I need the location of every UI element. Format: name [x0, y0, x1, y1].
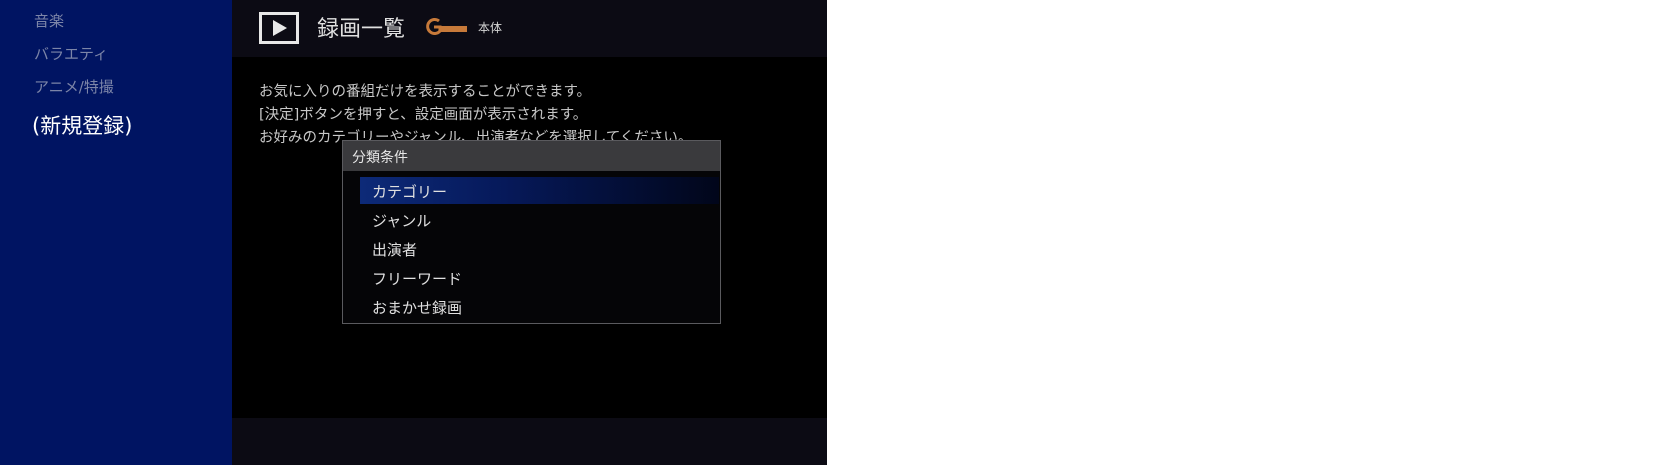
option-performer[interactable]: 出演者	[360, 235, 719, 262]
option-label: 出演者	[372, 241, 418, 259]
option-category[interactable]: カテゴリー	[360, 177, 719, 204]
description-line: お気に入りの番組だけを表示することができます。	[259, 84, 592, 100]
option-genre[interactable]: ジャンル	[360, 206, 719, 233]
tv-screen: 音楽 バラエティ アニメ/特撮 (新規登録) 録画一覧 本体 お気に入りの番組だ…	[0, 0, 827, 465]
sidebar: 音楽 バラエティ アニメ/特撮 (新規登録)	[0, 0, 232, 465]
description-line: [決定]ボタンを押すと、設定画面が表示されます。	[259, 107, 588, 123]
sidebar-item-music[interactable]: 音楽	[34, 10, 64, 31]
option-label: おまかせ録画	[372, 299, 463, 317]
option-free-word[interactable]: フリーワード	[360, 264, 719, 291]
classification-dialog: 分類条件 カテゴリー ジャンル 出演者 フリーワード おまかせ録画	[342, 140, 721, 324]
sidebar-item-anime[interactable]: アニメ/特撮	[34, 76, 114, 97]
dialog-title: 分類条件	[352, 150, 408, 166]
sidebar-item-variety[interactable]: バラエティ	[34, 43, 108, 64]
page-title: 録画一覧	[317, 17, 406, 42]
play-icon	[259, 12, 299, 44]
option-auto-recording[interactable]: おまかせ録画	[360, 293, 719, 320]
sidebar-item-new-registration[interactable]: (新規登録)	[32, 110, 132, 140]
device-label: 本体	[478, 21, 503, 35]
option-label: フリーワード	[372, 270, 463, 288]
header: 録画一覧 本体	[232, 0, 827, 57]
option-label: カテゴリー	[372, 183, 448, 201]
dialog-header: 分類条件	[343, 141, 720, 171]
g-guide-logo	[425, 17, 469, 41]
option-label: ジャンル	[372, 212, 432, 230]
footer-bar	[232, 418, 827, 465]
